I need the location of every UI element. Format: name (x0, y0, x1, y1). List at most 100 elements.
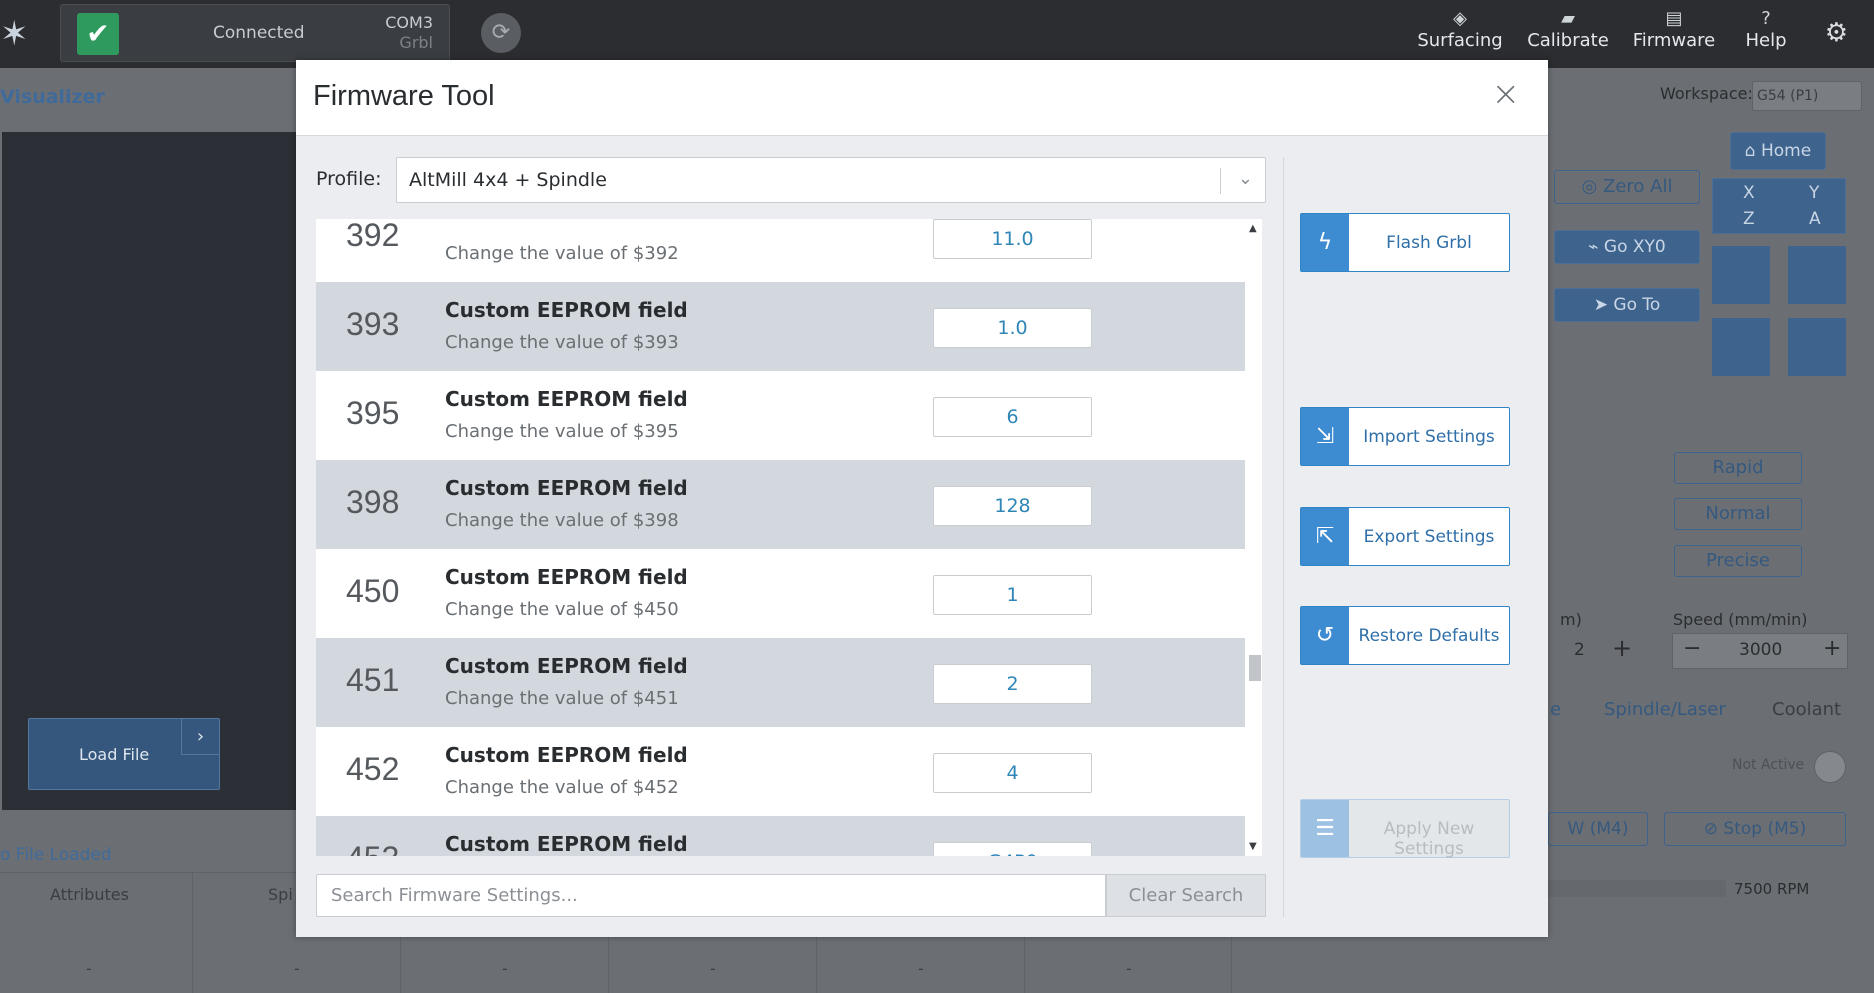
chevron-right-icon[interactable]: › (181, 719, 219, 755)
attributes-label: Attributes (50, 885, 129, 904)
spindle-stop-button[interactable]: ⊘ Stop (M5) (1664, 812, 1846, 846)
surfacing-icon: ◈ (1453, 8, 1467, 29)
setting-value-input[interactable]: 2 (933, 664, 1092, 704)
firmware-icon: ▤ (1665, 8, 1683, 29)
setting-value-input[interactable]: 11.0 (933, 219, 1092, 259)
setting-value-input[interactable]: 128 (933, 486, 1092, 526)
setting-desc: Change the value of $452 (445, 777, 679, 798)
jog-up-right-button[interactable] (1788, 246, 1846, 304)
setting-value-input[interactable]: 6 (933, 397, 1092, 437)
connection-widget[interactable]: ✔ Connected COM3 Grbl (60, 4, 450, 62)
clear-search-button[interactable]: Clear Search (1106, 874, 1266, 917)
restore-defaults-button[interactable]: ↺ Restore Defaults (1300, 606, 1510, 665)
zero-all-button[interactable]: ◎ Zero All (1554, 170, 1700, 204)
setting-id: 395 (346, 395, 400, 431)
tab-spindle-laser[interactable]: Spindle/Laser (1604, 699, 1726, 720)
workspace-select[interactable]: G54 (P1) (1752, 81, 1862, 111)
close-icon[interactable]: × (1492, 74, 1521, 114)
step-label: m) (1560, 610, 1582, 629)
attr-value: - (710, 959, 716, 978)
tab-coolant[interactable]: Coolant (1772, 699, 1841, 720)
profile-select[interactable]: AltMill 4x4 + Spindle ⌄ (396, 157, 1266, 203)
step-plus-button[interactable]: + (1612, 634, 1632, 662)
attr-value: - (918, 959, 924, 978)
apply-new-settings-button[interactable]: ☰ Apply New Settings (1300, 799, 1510, 859)
modal-header: Firmware Tool × (296, 60, 1548, 136)
speed-rapid-button[interactable]: Rapid (1674, 452, 1802, 484)
jog-down-right-button[interactable] (1788, 318, 1846, 376)
jog-down-left-button[interactable] (1712, 318, 1770, 376)
setting-title: Custom EEPROM field (445, 387, 688, 411)
setting-value-input[interactable]: 1 (933, 575, 1092, 615)
go-to-button[interactable]: ➤ Go To (1554, 288, 1700, 322)
axis-grid[interactable]: X Y Z A (1712, 178, 1846, 234)
step-value: 2 (1574, 640, 1585, 660)
gear-icon[interactable]: ⚙ (1825, 18, 1848, 48)
settings-list[interactable]: 392 Change the value of $392 11.0 393 Cu… (316, 219, 1262, 856)
no-file-loaded: o File Loaded (0, 845, 112, 865)
setting-row: 395 Custom EEPROM field Change the value… (316, 371, 1245, 460)
export-settings-button[interactable]: ⇱ Export Settings (1300, 507, 1510, 566)
scrollbar-thumb[interactable] (1249, 655, 1261, 681)
nav-firmware-label: Firmware (1632, 30, 1716, 51)
port-name: COM3 (385, 13, 433, 32)
setting-value-input[interactable]: 4 (933, 753, 1092, 793)
home-button[interactable]: ⌂ Home (1730, 132, 1826, 170)
app-logo-icon: ✶ (0, 14, 29, 54)
scroll-down-icon[interactable]: ▼ (1249, 841, 1257, 852)
profile-value: AltMill 4x4 + Spindle (409, 169, 607, 191)
nav-help[interactable]: ? Help (1716, 8, 1816, 51)
import-settings-button[interactable]: ⇲ Import Settings (1300, 407, 1510, 466)
setting-id: 453 (346, 840, 399, 856)
setting-desc: Change the value of $392 (445, 243, 679, 264)
spindle-status: Not Active (1732, 757, 1805, 773)
setting-row: 451 Custom EEPROM field Change the value… (316, 638, 1245, 727)
spindle-ccw-button[interactable]: W (M4) (1548, 812, 1648, 846)
nav-firmware[interactable]: ▤ Firmware (1624, 8, 1724, 51)
go-xy0-button[interactable]: ⌁ Go XY0 (1554, 230, 1700, 264)
speed-value: 3000 (1739, 640, 1783, 660)
speed-field[interactable]: − 3000 + (1672, 633, 1848, 669)
zero-all-label: Zero All (1602, 176, 1673, 197)
tab-partial[interactable]: e (1550, 699, 1561, 720)
speed-precise-button[interactable]: Precise (1674, 545, 1802, 577)
speed-minus-button[interactable]: − (1683, 636, 1701, 661)
visualizer-canvas[interactable] (2, 132, 296, 810)
setting-row: 452 Custom EEPROM field Change the value… (316, 727, 1245, 816)
profile-label: Profile: (316, 168, 382, 190)
rpm-bar[interactable] (1546, 880, 1726, 897)
firmware-tool-modal: Firmware Tool × Profile: AltMill 4x4 + S… (296, 60, 1548, 937)
axis-x[interactable]: X (1743, 183, 1755, 203)
nav-surfacing[interactable]: ◈ Surfacing (1410, 8, 1510, 51)
speed-normal-button[interactable]: Normal (1674, 498, 1802, 530)
lightning-icon: ϟ (1301, 214, 1349, 271)
refresh-icon[interactable]: ⟳ (481, 13, 521, 53)
speed-plus-button[interactable]: + (1823, 636, 1841, 661)
axis-z[interactable]: Z (1743, 209, 1755, 229)
setting-value-input[interactable]: G4P0 (933, 842, 1092, 856)
home-label: Home (1761, 141, 1812, 161)
load-file-button[interactable]: Load File › (28, 718, 220, 790)
setting-id: 393 (346, 306, 400, 342)
setting-title: Custom EEPROM field (445, 654, 688, 678)
check-icon: ✔ (77, 13, 119, 55)
axis-a[interactable]: A (1809, 209, 1821, 229)
go-to-label: Go To (1613, 295, 1661, 315)
list-check-icon: ☰ (1301, 800, 1349, 857)
restore-defaults-label: Restore Defaults (1358, 626, 1500, 646)
attr-value: - (294, 959, 300, 978)
setting-id: 398 (346, 484, 400, 520)
jog-up-left-button[interactable] (1712, 246, 1770, 304)
nav-calibrate[interactable]: ▰ Calibrate (1518, 8, 1618, 51)
search-firmware-input[interactable]: Search Firmware Settings... (316, 874, 1106, 917)
flash-grbl-button[interactable]: ϟ Flash Grbl (1300, 213, 1510, 272)
setting-title: Custom EEPROM field (445, 565, 688, 589)
scroll-up-icon[interactable]: ▲ (1249, 223, 1257, 234)
setting-row: 453 Custom EEPROM field G4P0 (316, 816, 1245, 856)
settings-scrollbar[interactable]: ▲ ▼ (1245, 219, 1262, 856)
undo-icon: ↺ (1301, 607, 1349, 664)
axis-y[interactable]: Y (1809, 183, 1819, 203)
nav-calibrate-label: Calibrate (1527, 30, 1609, 51)
setting-value-input[interactable]: 1.0 (933, 308, 1092, 348)
help-icon: ? (1761, 8, 1771, 29)
